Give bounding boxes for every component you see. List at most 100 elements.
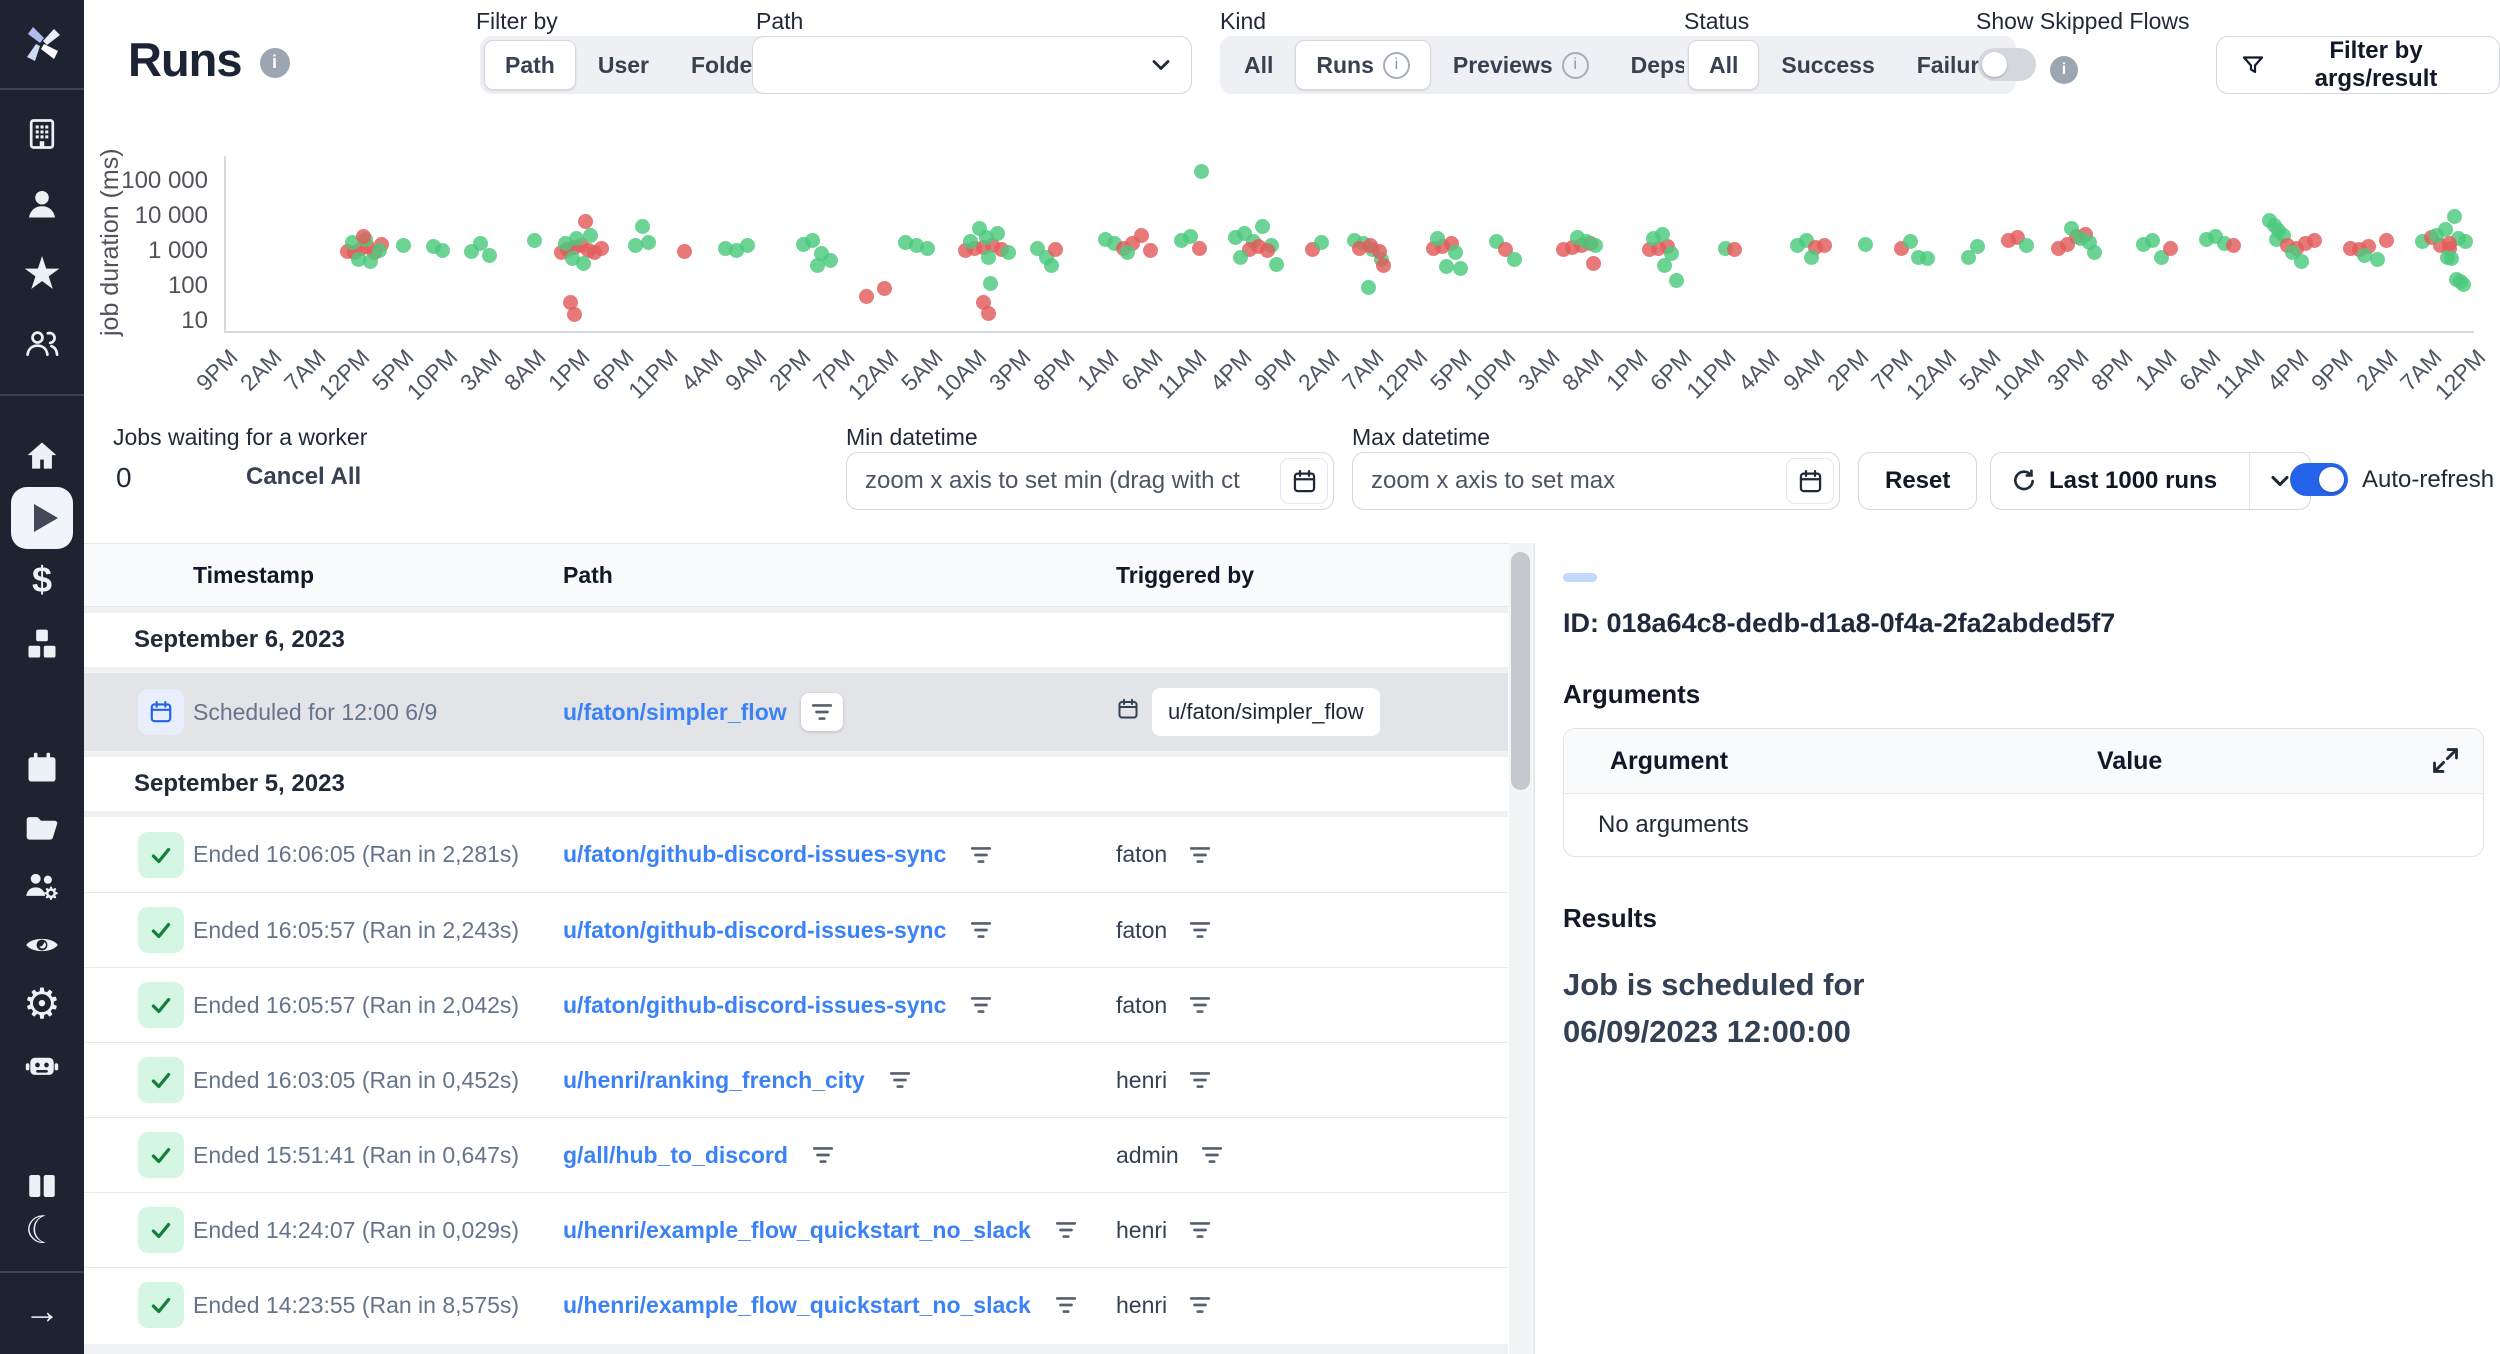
success-run-dot[interactable] bbox=[1903, 234, 1918, 249]
run-row[interactable]: Ended 14:23:55 (Ran in 8,575s)u/henri/ex… bbox=[84, 1267, 1508, 1342]
failure-run-dot[interactable] bbox=[356, 229, 371, 244]
run-row[interactable]: Ended 16:05:57 (Ran in 2,243s)u/faton/gi… bbox=[84, 892, 1508, 967]
success-run-dot[interactable] bbox=[2447, 209, 2462, 224]
run-path-link[interactable]: u/henri/example_flow_quickstart_no_slack bbox=[563, 1217, 1031, 1244]
success-run-dot[interactable] bbox=[1804, 250, 1819, 265]
run-path-link[interactable]: u/faton/simpler_flow bbox=[563, 699, 787, 726]
filter-by-path-icon[interactable] bbox=[1045, 1286, 1087, 1324]
sidebar-item-dark-mode[interactable]: ☾ bbox=[25, 1212, 59, 1250]
run-path-link[interactable]: u/faton/github-discord-issues-sync bbox=[563, 917, 946, 944]
path-filter-select[interactable] bbox=[752, 36, 1192, 94]
run-row[interactable]: Ended 16:03:05 (Ran in 0,452s)u/henri/ra… bbox=[84, 1042, 1508, 1117]
filter-by-user-icon[interactable] bbox=[1179, 1061, 1221, 1099]
sidebar-item-favorites[interactable]: ★ bbox=[24, 254, 60, 294]
success-run-dot[interactable] bbox=[1255, 219, 1270, 234]
filter-by-user-icon[interactable] bbox=[1179, 911, 1221, 949]
failure-run-dot[interactable] bbox=[2442, 236, 2457, 251]
filter-by-user-icon[interactable] bbox=[1191, 1136, 1233, 1174]
column-path[interactable]: Path bbox=[563, 562, 1116, 589]
kind-option-runs[interactable]: Runsi bbox=[1295, 40, 1431, 90]
sidebar-item-runs-active[interactable] bbox=[11, 487, 73, 549]
run-path-link[interactable]: u/faton/github-discord-issues-sync bbox=[563, 841, 946, 868]
run-path-link[interactable]: g/all/hub_to_discord bbox=[563, 1142, 788, 1169]
run-path-link[interactable]: u/henri/ranking_french_city bbox=[563, 1067, 865, 1094]
status-option-all[interactable]: All bbox=[1688, 40, 1759, 90]
sidebar-item-folders[interactable] bbox=[24, 809, 60, 845]
reset-button[interactable]: Reset bbox=[1858, 452, 1977, 510]
run-row[interactable]: Ended 15:51:41 (Ran in 0,647s)g/all/hub_… bbox=[84, 1117, 1508, 1192]
success-run-dot[interactable] bbox=[2370, 252, 2385, 267]
last-runs-button[interactable]: Last 1000 runs bbox=[1991, 453, 2237, 509]
filter-by-user-icon[interactable] bbox=[1179, 836, 1221, 874]
success-run-dot[interactable] bbox=[963, 234, 978, 249]
table-scrollbar-thumb[interactable] bbox=[1511, 552, 1530, 790]
filter-by-path-icon[interactable] bbox=[960, 986, 1002, 1024]
success-run-dot[interactable] bbox=[527, 233, 542, 248]
failure-run-dot[interactable] bbox=[677, 244, 692, 259]
run-row[interactable]: Ended 16:05:57 (Ran in 2,042s)u/faton/gi… bbox=[84, 967, 1508, 1042]
filter-by-path-icon[interactable] bbox=[960, 911, 1002, 949]
failure-run-dot[interactable] bbox=[1586, 256, 1601, 271]
success-run-dot[interactable] bbox=[972, 221, 987, 236]
cancel-all-button[interactable]: Cancel All bbox=[240, 462, 367, 492]
success-run-dot[interactable] bbox=[635, 219, 650, 234]
run-path-link[interactable]: u/henri/example_flow_quickstart_no_slack bbox=[563, 1292, 1031, 1319]
failure-run-dot[interactable] bbox=[1372, 244, 1387, 259]
sidebar-item-worker-groups[interactable] bbox=[24, 868, 60, 904]
sidebar-expand-button[interactable]: → bbox=[24, 1293, 60, 1329]
info-icon[interactable]: i bbox=[2050, 56, 2078, 84]
success-run-dot[interactable] bbox=[1314, 235, 1329, 250]
column-timestamp[interactable]: Timestamp bbox=[193, 562, 563, 589]
success-run-dot[interactable] bbox=[983, 276, 998, 291]
max-datetime-calendar-button[interactable] bbox=[1786, 458, 1834, 504]
sidebar-item-workspace[interactable] bbox=[24, 116, 60, 152]
failure-run-dot[interactable] bbox=[859, 289, 874, 304]
success-run-dot[interactable] bbox=[482, 248, 497, 263]
run-row[interactable]: Ended 14:24:07 (Ran in 0,029s)u/henri/ex… bbox=[84, 1192, 1508, 1267]
success-run-dot[interactable] bbox=[1001, 245, 1016, 260]
failure-run-dot[interactable] bbox=[1727, 242, 1742, 257]
sidebar-item-home[interactable] bbox=[24, 438, 60, 474]
sidebar-item-resources[interactable] bbox=[24, 626, 60, 662]
filter-by-path-icon[interactable] bbox=[879, 1061, 921, 1099]
failure-run-dot[interactable] bbox=[981, 306, 996, 321]
info-icon[interactable]: i bbox=[260, 48, 290, 78]
auto-refresh-toggle[interactable] bbox=[2290, 463, 2348, 496]
filter-by-option-path[interactable]: Path bbox=[484, 40, 576, 90]
filter-by-option-user[interactable]: User bbox=[578, 40, 669, 90]
status-option-success[interactable]: Success bbox=[1761, 40, 1894, 90]
sidebar-item-ai[interactable] bbox=[24, 1047, 60, 1083]
success-run-dot[interactable] bbox=[1669, 273, 1684, 288]
filter-by-user-icon[interactable] bbox=[1179, 1211, 1221, 1249]
success-run-dot[interactable] bbox=[2458, 234, 2473, 249]
sidebar-item-audit-logs[interactable] bbox=[24, 927, 60, 963]
run-row[interactable]: Scheduled for 12:00 6/9u/faton/simpler_f… bbox=[84, 673, 1508, 751]
expand-arguments-button[interactable] bbox=[2430, 745, 2461, 779]
filter-by-user-icon[interactable] bbox=[1179, 986, 1221, 1024]
success-run-dot[interactable] bbox=[1448, 245, 1463, 260]
success-run-dot[interactable] bbox=[1858, 237, 1873, 252]
filter-by-user-icon[interactable] bbox=[1179, 1286, 1221, 1324]
failure-run-dot[interactable] bbox=[2163, 241, 2178, 256]
success-run-dot[interactable] bbox=[1233, 250, 1248, 265]
failure-run-dot[interactable] bbox=[1134, 228, 1149, 243]
sidebar-item-variables[interactable]: $ bbox=[32, 562, 52, 598]
filter-by-path-icon[interactable] bbox=[802, 1136, 844, 1174]
success-run-dot[interactable] bbox=[435, 243, 450, 258]
failure-run-dot[interactable] bbox=[1143, 243, 1158, 258]
filter-by-path-icon[interactable] bbox=[801, 693, 843, 731]
success-run-dot[interactable] bbox=[1044, 258, 1059, 273]
success-run-dot[interactable] bbox=[1269, 257, 1284, 272]
success-run-dot[interactable] bbox=[1361, 280, 1376, 295]
filter-by-path-icon[interactable] bbox=[1045, 1211, 1087, 1249]
success-run-dot[interactable] bbox=[981, 250, 996, 265]
column-triggered-by[interactable]: Triggered by bbox=[1116, 562, 1532, 589]
success-run-dot[interactable] bbox=[2438, 222, 2453, 237]
filter-by-path-icon[interactable] bbox=[960, 836, 1002, 874]
sidebar-item-settings[interactable]: ⚙ bbox=[23, 983, 61, 1025]
filter-by-args-result-button[interactable]: Filter by args/result bbox=[2216, 36, 2500, 94]
sidebar-item-schedules[interactable] bbox=[24, 750, 60, 786]
show-skipped-flows-toggle[interactable] bbox=[1978, 48, 2036, 81]
min-datetime-input[interactable] bbox=[847, 467, 1280, 495]
sidebar-item-user[interactable] bbox=[24, 186, 60, 222]
